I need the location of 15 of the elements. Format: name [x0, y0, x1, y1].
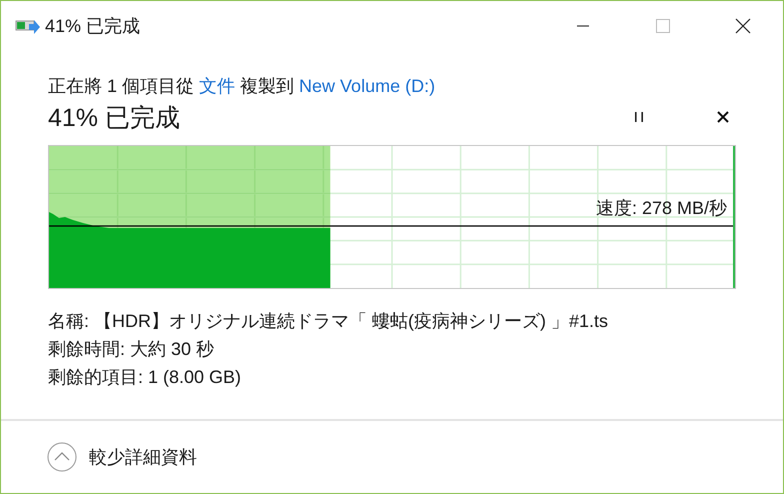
- copy-description: 正在將 1 個項目從 文件 複製到 New Volume (D:): [48, 75, 436, 98]
- close-icon: [735, 18, 751, 34]
- detail-line: 剩餘時間: 大約 30 秒: [48, 338, 216, 361]
- close-icon: [717, 111, 729, 123]
- location-link[interactable]: 文件: [199, 76, 236, 96]
- maximize-icon: [656, 19, 670, 33]
- details-toggle[interactable]: 較少詳細資料: [47, 442, 197, 472]
- pause-icon: [635, 112, 643, 122]
- progress-title: 41% 已完成: [48, 102, 180, 134]
- window-title: 41% 已完成: [45, 15, 140, 38]
- detail-line: 剩餘的項目: 1 (8.00 GB): [48, 366, 242, 389]
- location-link[interactable]: New Volume (D:): [299, 76, 436, 96]
- detail-line: 名稱: 【HDR】オリジナル連続ドラマ「 螻蛄(疫病神シリーズ) 」#1.ts: [48, 310, 610, 333]
- copy-icon: [15, 18, 41, 34]
- speed-label: 速度: 278 MB/秒: [596, 197, 727, 220]
